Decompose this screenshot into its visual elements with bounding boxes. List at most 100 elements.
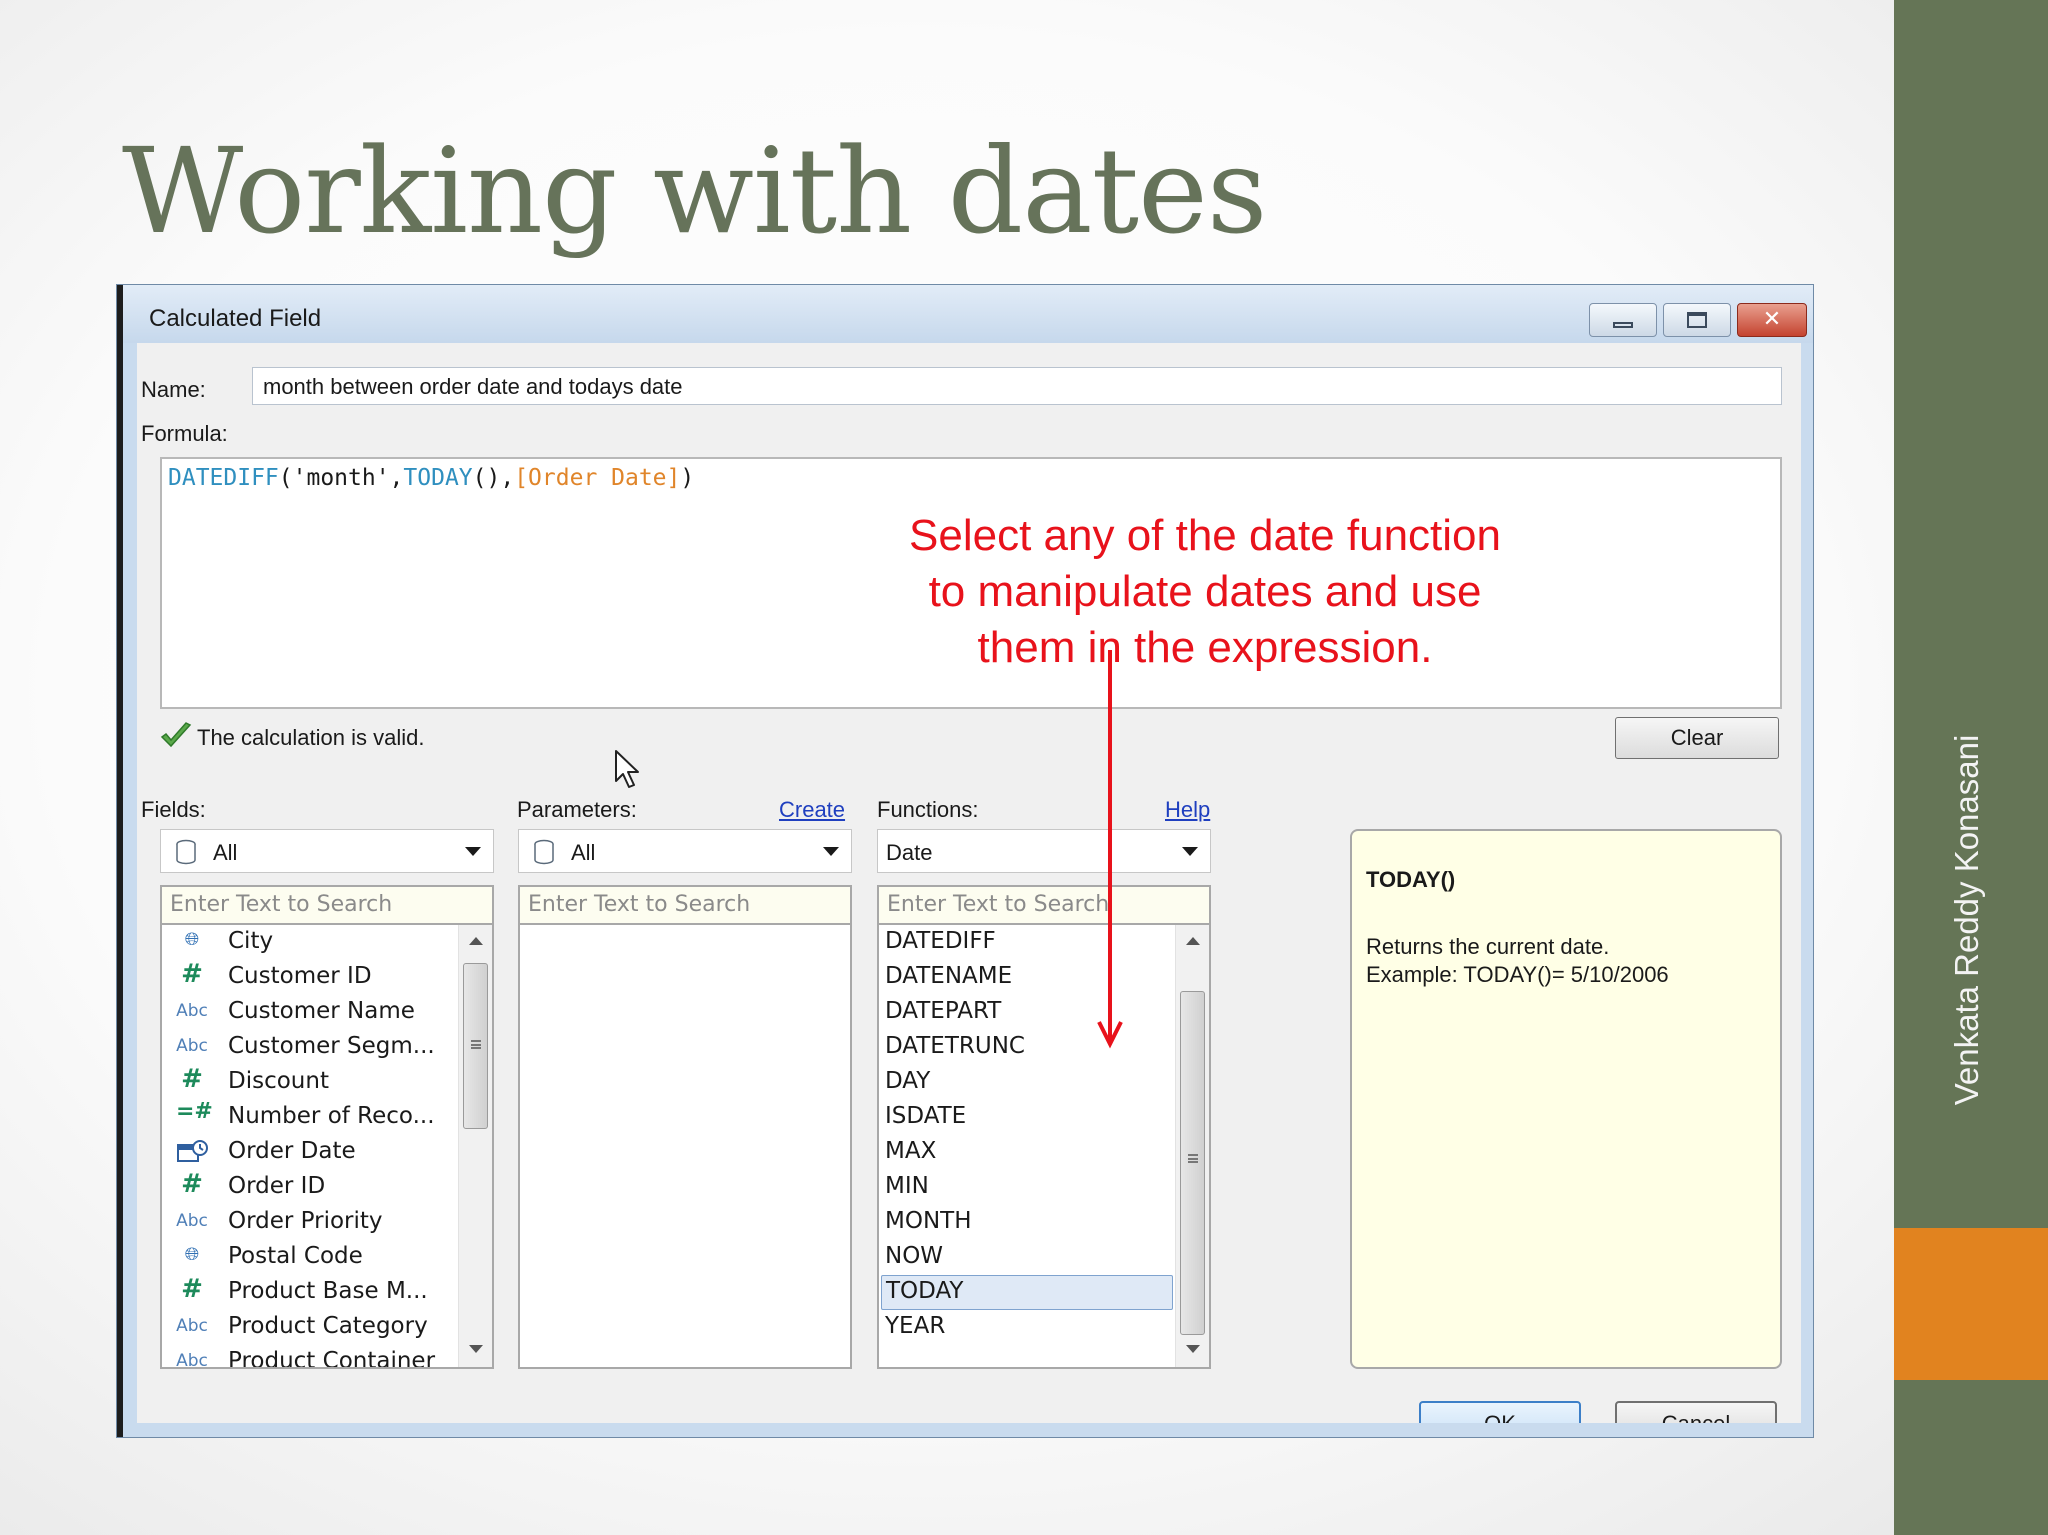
- name-label: Name:: [141, 377, 206, 402]
- function-item[interactable]: YEAR: [879, 1310, 1175, 1345]
- dialog-body: Name: month between order date and today…: [137, 343, 1801, 1423]
- function-item[interactable]: MAX: [879, 1135, 1175, 1170]
- function-item[interactable]: DAY: [879, 1065, 1175, 1100]
- scroll-down-icon: [469, 1345, 483, 1353]
- function-description-panel: TODAY() Returns the current date. Exampl…: [1350, 829, 1782, 1369]
- formula-args: ('month',: [278, 465, 404, 491]
- globe-icon: 🌐︎: [184, 929, 200, 950]
- string-icon: Abc: [176, 1351, 208, 1369]
- list-item[interactable]: Abc Product Container: [162, 1345, 458, 1369]
- list-item[interactable]: Abc Customer Name: [162, 995, 458, 1030]
- dialog-title: Calculated Field: [149, 305, 322, 332]
- fields-label: Fields:: [141, 797, 206, 822]
- description-body: Returns the current date. Example: TODAY…: [1366, 933, 1669, 989]
- formula-label: Formula:: [141, 421, 228, 446]
- number-icon: #: [181, 1169, 203, 1199]
- close-icon: ✕: [1762, 307, 1782, 332]
- fields-filter-value: All: [213, 840, 238, 865]
- list-item[interactable]: # Order ID: [162, 1169, 458, 1205]
- slide-title: Working with dates: [122, 122, 1267, 260]
- string-icon: Abc: [176, 1001, 208, 1021]
- list-item[interactable]: 🌐︎ City: [162, 925, 458, 960]
- ok-button[interactable]: OK: [1419, 1401, 1581, 1423]
- maximize-icon: [1687, 312, 1707, 328]
- formula-text: DATEDIFF('month',TODAY(),[Order Date]): [168, 465, 694, 491]
- chevron-down-icon: [1182, 847, 1198, 856]
- function-item[interactable]: NOW: [879, 1240, 1175, 1275]
- functions-scrollbar[interactable]: [1175, 925, 1209, 1367]
- function-item[interactable]: DATETRUNC: [879, 1030, 1175, 1065]
- description-title: TODAY(): [1366, 867, 1456, 892]
- fields-scrollbar[interactable]: [458, 925, 492, 1367]
- formula-parens: (),: [472, 465, 515, 491]
- functions-filter-select[interactable]: Date: [877, 829, 1211, 873]
- formula-field-order-date: [Order Date]: [514, 465, 681, 491]
- database-icon: [534, 839, 554, 865]
- list-item[interactable]: Order Date: [162, 1135, 458, 1170]
- annotation-line: them in the expression.: [977, 623, 1433, 672]
- grip-icon: [1188, 1154, 1198, 1163]
- minimize-button[interactable]: [1589, 303, 1657, 337]
- scrollbar-thumb[interactable]: [1180, 991, 1205, 1335]
- description-example: Example: TODAY()= 5/10/2006: [1366, 962, 1669, 987]
- checkmark-icon: [160, 722, 192, 748]
- date-field-icon: [177, 1140, 208, 1162]
- number-icon: #: [181, 1274, 203, 1304]
- close-button[interactable]: ✕: [1737, 303, 1807, 337]
- functions-search-input[interactable]: Enter Text to Search: [877, 885, 1211, 925]
- function-item[interactable]: DATEPART: [879, 995, 1175, 1030]
- calculated-field-dialog: Calculated Field ✕ Name: month between o…: [116, 284, 1814, 1438]
- scroll-up-icon: [469, 937, 483, 945]
- list-item[interactable]: Abc Customer Segm...: [162, 1030, 458, 1065]
- grip-icon: [471, 1040, 481, 1049]
- annotation-line: to manipulate dates and use: [928, 567, 1482, 616]
- author-name: Venkata Reddy Konasani: [1948, 734, 1985, 1106]
- create-parameter-link[interactable]: Create: [779, 797, 845, 823]
- number-icon: #: [181, 1064, 203, 1094]
- clear-button[interactable]: Clear: [1615, 717, 1779, 759]
- functions-list: DATEDIFF DATENAME DATEPART DATETRUNC DAY…: [877, 925, 1211, 1369]
- cancel-button[interactable]: Cancel: [1615, 1401, 1777, 1423]
- list-item[interactable]: Abc Product Category: [162, 1310, 458, 1345]
- annotation-line: Select any of the date function: [909, 511, 1501, 560]
- fields-list: 🌐︎ City # Customer ID Abc Customer Name Abc…: [160, 925, 494, 1369]
- side-accent-block: [1894, 1228, 2048, 1380]
- list-item[interactable]: Abc Order Priority: [162, 1205, 458, 1240]
- maximize-button[interactable]: [1663, 303, 1731, 337]
- validation-status: The calculation is valid.: [197, 725, 425, 750]
- list-item[interactable]: # Customer ID: [162, 959, 458, 995]
- functions-label: Functions:: [877, 797, 979, 822]
- parameters-list: [518, 925, 852, 1369]
- dialog-titlebar[interactable]: Calculated Field ✕: [123, 285, 1813, 343]
- parameters-filter-value: All: [571, 840, 596, 865]
- function-item[interactable]: DATEDIFF: [879, 925, 1175, 960]
- string-icon: Abc: [176, 1316, 208, 1336]
- formula-function-today: TODAY: [403, 465, 473, 491]
- formula-function-datediff: DATEDIFF: [168, 465, 279, 491]
- list-item[interactable]: # Product Base M...: [162, 1274, 458, 1310]
- function-item[interactable]: DATENAME: [879, 960, 1175, 995]
- list-item[interactable]: =# Number of Reco...: [162, 1099, 458, 1135]
- scroll-down-icon: [1186, 1345, 1200, 1353]
- chevron-down-icon: [823, 847, 839, 856]
- list-item[interactable]: 🌐︎ Postal Code: [162, 1240, 458, 1275]
- minimize-icon: [1613, 322, 1633, 328]
- annotation-callout: Select any of the date function to manip…: [830, 508, 1580, 676]
- description-line: Returns the current date.: [1366, 934, 1610, 959]
- scroll-up-icon: [1186, 937, 1200, 945]
- name-field[interactable]: month between order date and todays date: [252, 367, 1782, 405]
- parameters-search-input[interactable]: Enter Text to Search: [518, 885, 852, 925]
- function-item[interactable]: MONTH: [879, 1205, 1175, 1240]
- function-item-selected[interactable]: TODAY: [881, 1275, 1173, 1310]
- fields-search-input[interactable]: Enter Text to Search: [160, 885, 494, 925]
- globe-icon: 🌐︎: [184, 1244, 200, 1265]
- scrollbar-thumb[interactable]: [463, 963, 488, 1129]
- function-item[interactable]: ISDATE: [879, 1100, 1175, 1135]
- parameters-filter-select[interactable]: All: [518, 829, 852, 873]
- fields-filter-select[interactable]: All: [160, 829, 494, 873]
- list-item[interactable]: # Discount: [162, 1064, 458, 1100]
- chevron-down-icon: [465, 847, 481, 856]
- function-item[interactable]: MIN: [879, 1170, 1175, 1205]
- help-link[interactable]: Help: [1165, 797, 1210, 823]
- calculated-number-icon: =#: [176, 1099, 213, 1124]
